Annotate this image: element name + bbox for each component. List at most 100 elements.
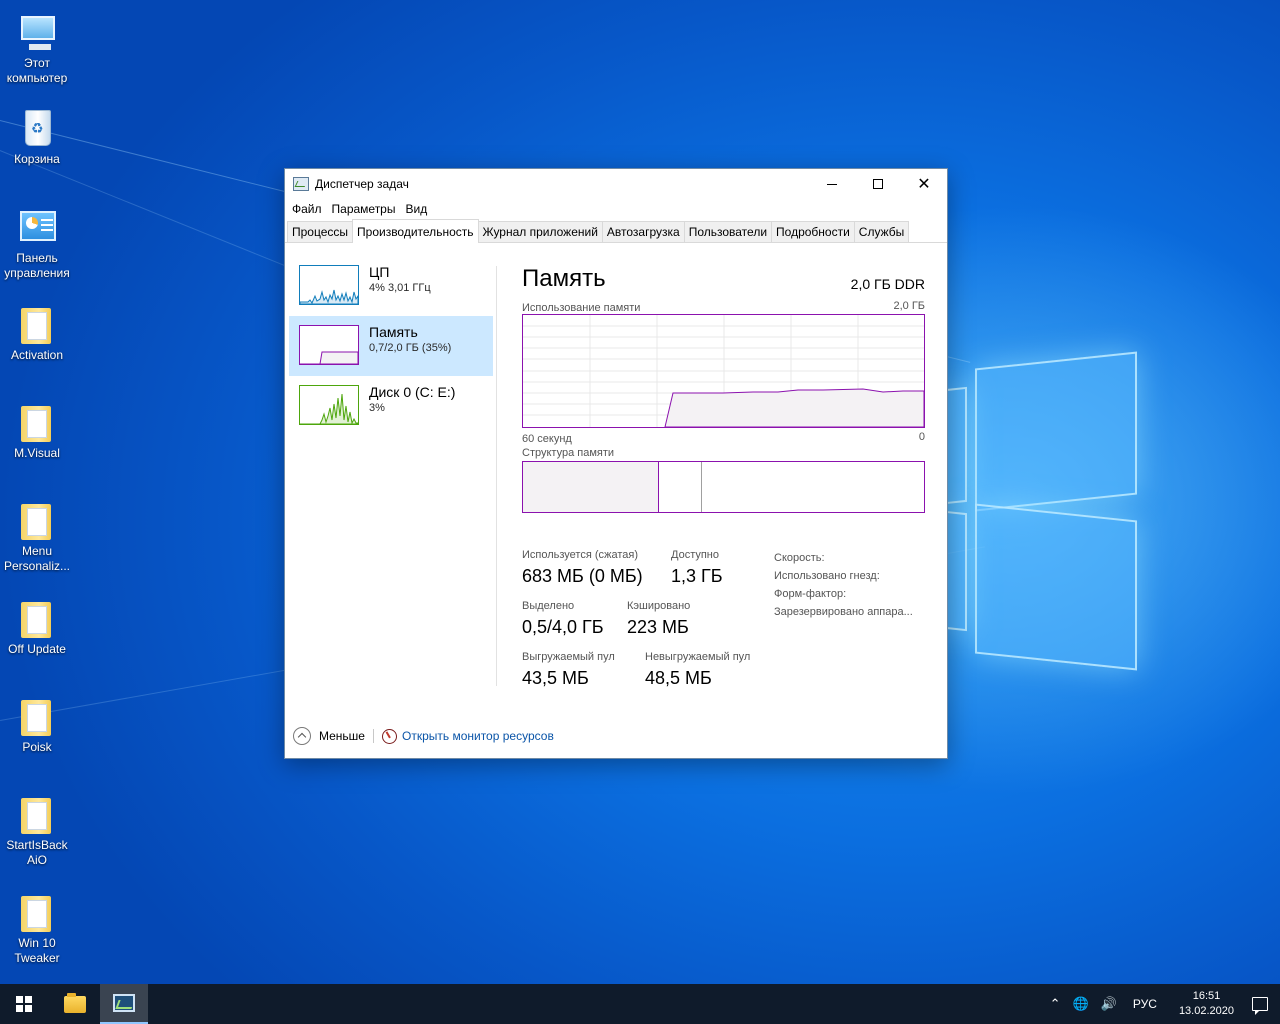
memory-usage-label: Использование памяти	[522, 302, 641, 314]
memory-spec: 2,0 ГБ DDR	[850, 276, 925, 292]
spec-slots: Использовано гнезд:	[774, 570, 880, 582]
spec-speed: Скорость:	[774, 552, 825, 564]
notification-center-icon[interactable]	[1252, 997, 1268, 1015]
desktop-icon-label: Activation	[10, 348, 64, 362]
desktop-icon-win10-tweaker[interactable]: Win 10 Tweaker	[2, 890, 72, 966]
resource-disk[interactable]: Диск 0 (C: E:) 3%	[289, 376, 493, 436]
stat-committed: Выделено 0,5/4,0 ГБ	[522, 600, 604, 638]
stat-in-use: Используется (сжатая) 683 МБ (0 МБ)	[522, 549, 643, 587]
stat-value: 48,5 МБ	[645, 668, 712, 688]
taskbar-task-manager[interactable]	[100, 984, 148, 1024]
chevron-up-icon[interactable]: ⌃	[1044, 996, 1067, 1012]
desktop-icon-startisback[interactable]: StartIsBack AiO	[2, 792, 72, 868]
network-icon[interactable]: 🌐	[1067, 996, 1095, 1012]
panel-divider	[496, 266, 497, 686]
desktop-icon-recycle-bin[interactable]: Корзина	[2, 106, 72, 167]
tab-app-history[interactable]: Журнал приложений	[477, 221, 603, 242]
resource-name: ЦП	[369, 264, 390, 280]
folder-icon	[21, 896, 51, 932]
folder-icon	[21, 798, 51, 834]
memory-spec-list: Скорость: Использовано гнезд: Форм-факто…	[774, 549, 913, 621]
tab-details[interactable]: Подробности	[771, 221, 855, 242]
folder-icon	[21, 602, 51, 638]
folder-icon	[21, 700, 51, 736]
task-manager-icon	[113, 994, 135, 1012]
composition-modified	[659, 462, 702, 512]
resource-list: ЦП 4% 3,01 ГГц Память 0,7/2,0 ГБ (35%) Д…	[289, 256, 493, 436]
window-title: Диспетчер задач	[315, 177, 409, 191]
desktop-icon-this-pc[interactable]: Этот компьютер	[2, 10, 72, 86]
footer-divider	[372, 729, 374, 743]
desktop-icon-activation[interactable]: Activation	[2, 302, 72, 363]
folder-icon	[21, 406, 51, 442]
spec-form-factor: Форм-фактор:	[774, 588, 847, 600]
title-bar[interactable]: Диспетчер задач ✕	[285, 169, 947, 199]
volume-icon[interactable]: 🔊	[1095, 996, 1123, 1012]
tab-users[interactable]: Пользователи	[683, 221, 773, 242]
recycle-bin-icon	[25, 110, 51, 146]
tab-performance[interactable]: Производительность	[352, 219, 479, 243]
start-button[interactable]	[0, 984, 48, 1024]
memory-usage-svg	[523, 315, 925, 428]
window-footer: Меньше Открыть монитор ресурсов	[285, 723, 947, 749]
chevron-up-icon[interactable]	[293, 727, 311, 745]
resource-cpu[interactable]: ЦП 4% 3,01 ГГц	[289, 256, 493, 316]
desktop-icon-label: StartIsBack AiO	[6, 838, 68, 867]
memory-detail-panel: Память 2,0 ГБ DDR Использование памяти 2…	[522, 264, 927, 688]
spec-hardware-reserved: Зарезервировано аппара...	[774, 606, 913, 618]
stat-label: Используется (сжатая)	[522, 549, 639, 561]
menu-file[interactable]: Файл	[287, 202, 327, 216]
desktop-icon-off-update[interactable]: Off Update	[2, 596, 72, 657]
graph-time-left: 60 секунд	[522, 433, 572, 445]
clock[interactable]: 16:51 13.02.2020	[1167, 989, 1246, 1019]
close-icon: ✕	[917, 174, 931, 193]
desktop-icon-label: Menu Personaliz...	[3, 544, 71, 573]
stat-paged-pool: Выгружаемый пул 43,5 МБ	[522, 651, 615, 689]
tab-services[interactable]: Службы	[853, 221, 910, 242]
clock-date: 13.02.2020	[1178, 1005, 1234, 1017]
resource-detail: 3%	[369, 402, 385, 414]
desktop-icon-label: Poisk	[22, 740, 52, 754]
taskbar-file-explorer[interactable]	[52, 984, 98, 1024]
task-manager-window: Диспетчер задач ✕ Файл Параметры Вид Про…	[284, 168, 948, 759]
task-manager-icon	[293, 177, 309, 191]
desktop-icon-menu-personalizer[interactable]: Menu Personaliz...	[2, 498, 72, 574]
clock-time: 16:51	[1192, 990, 1221, 1002]
desktop-icon-control-panel[interactable]: Панель управления	[2, 205, 72, 281]
minimize-button[interactable]	[809, 169, 855, 199]
windows-logo-wallpaper	[945, 351, 1140, 671]
menu-view[interactable]: Вид	[400, 202, 432, 216]
memory-mini-graph	[299, 325, 359, 365]
desktop-icon-poisk[interactable]: Poisk	[2, 694, 72, 755]
maximize-icon	[873, 179, 883, 189]
stat-nonpaged-pool: Невыгружаемый пул 48,5 МБ	[645, 651, 750, 689]
taskbar: ⌃ 🌐 🔊 РУС 16:51 13.02.2020	[0, 984, 1280, 1024]
stat-value: 0,5/4,0 ГБ	[522, 617, 604, 637]
stat-label: Выгружаемый пул	[522, 651, 615, 663]
tab-strip: Процессы Производительность Журнал прило…	[285, 219, 947, 243]
menu-options[interactable]: Параметры	[327, 202, 401, 216]
performance-content: ЦП 4% 3,01 ГГц Память 0,7/2,0 ГБ (35%) Д…	[285, 244, 947, 699]
stat-available: Доступно 1,3 ГБ	[671, 549, 723, 587]
desktop: Этот компьютер Корзина Панель управления…	[0, 0, 1280, 984]
stat-cached: Кэшировано 223 МБ	[627, 600, 690, 638]
resource-detail: 0,7/2,0 ГБ (35%)	[369, 342, 452, 354]
cpu-mini-graph	[299, 265, 359, 305]
fewer-details-button[interactable]: Меньше	[319, 729, 365, 743]
resource-monitor-icon[interactable]	[381, 728, 397, 744]
tab-processes[interactable]: Процессы	[287, 221, 354, 242]
graph-time-right: 0	[918, 431, 925, 443]
open-resource-monitor-link[interactable]: Открыть монитор ресурсов	[402, 729, 554, 743]
tab-startup[interactable]: Автозагрузка	[601, 221, 685, 242]
composition-in-use	[523, 462, 659, 512]
language-indicator[interactable]: РУС	[1123, 997, 1167, 1011]
resource-memory[interactable]: Память 0,7/2,0 ГБ (35%)	[289, 316, 493, 376]
desktop-icon-label: Панель управления	[4, 251, 70, 280]
stat-label: Выделено	[522, 600, 575, 612]
control-panel-icon	[20, 211, 56, 241]
maximize-button[interactable]	[855, 169, 901, 199]
stat-value: 683 МБ (0 МБ)	[522, 566, 643, 586]
close-button[interactable]: ✕	[901, 169, 947, 199]
memory-usage-graph	[522, 314, 925, 428]
desktop-icon-mvisual[interactable]: M.Visual	[2, 400, 72, 461]
